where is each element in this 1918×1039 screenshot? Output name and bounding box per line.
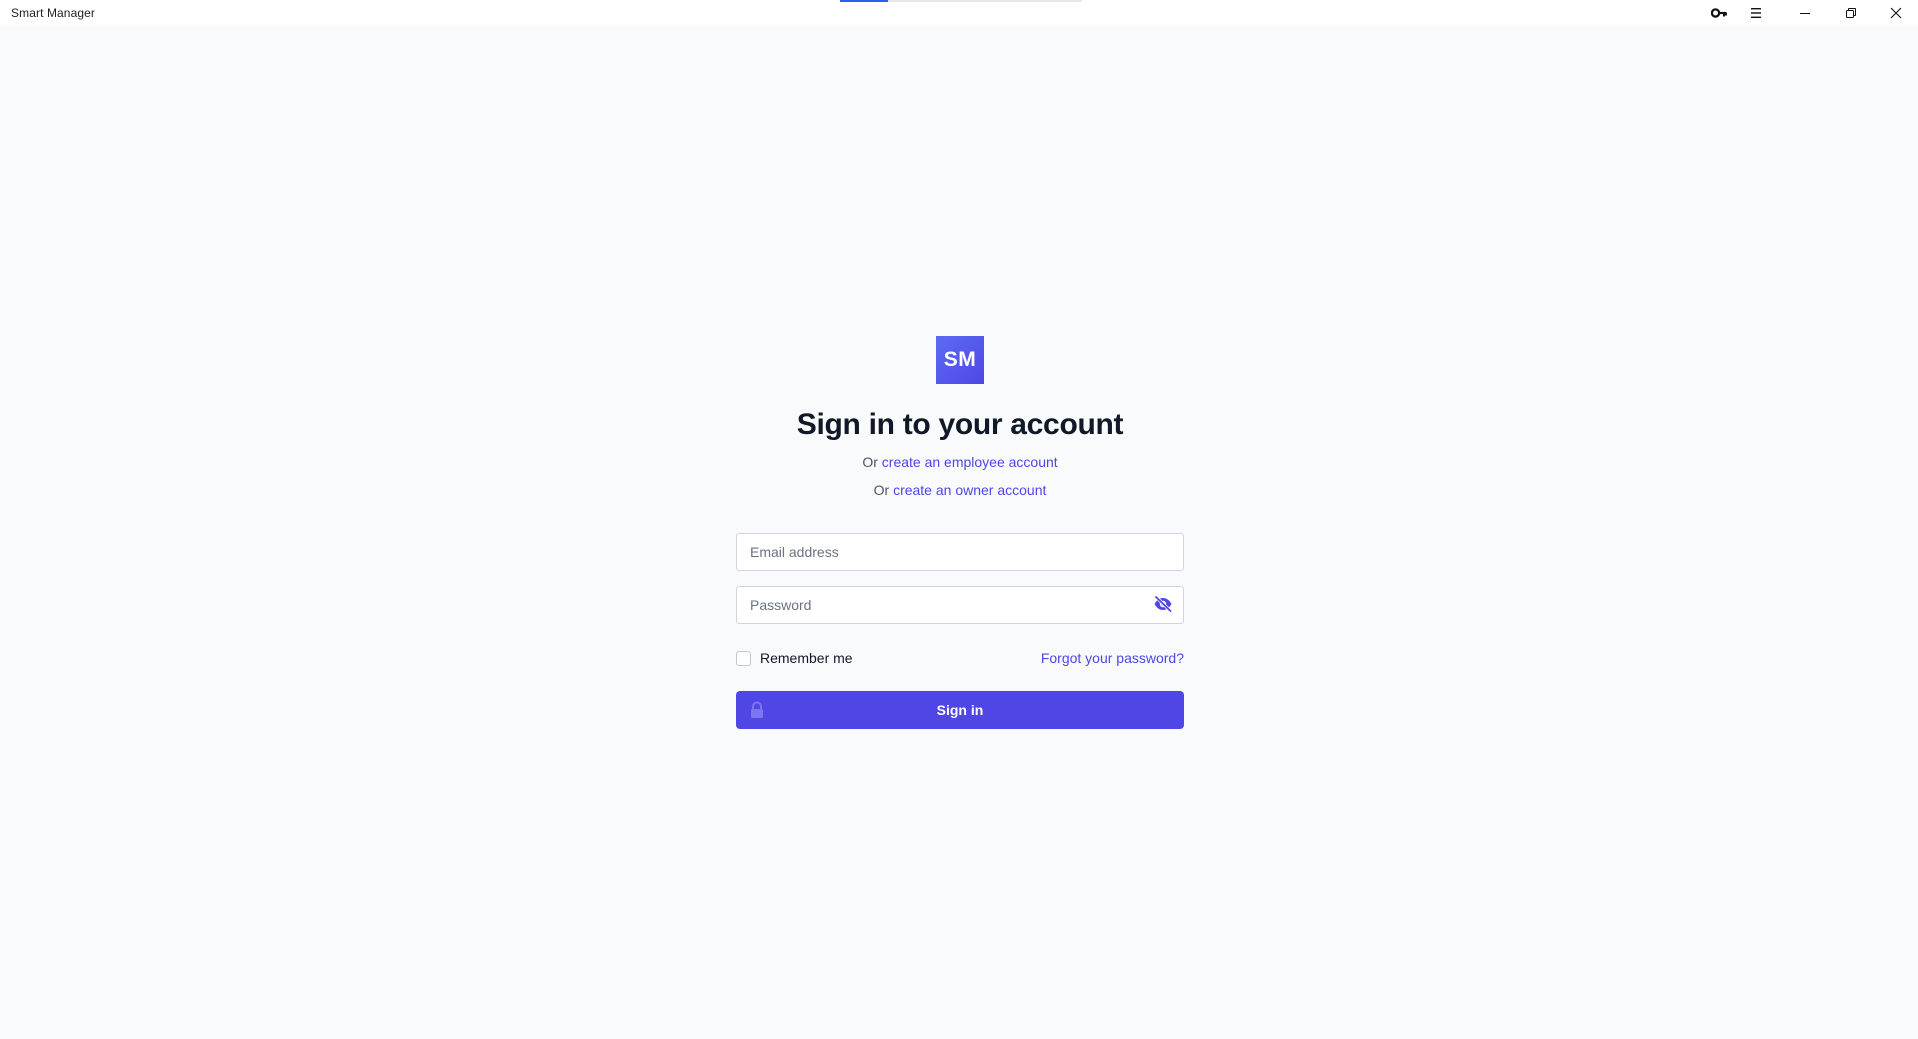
menu-button[interactable] [1733, 0, 1779, 26]
email-field[interactable] [737, 534, 1183, 570]
sign-in-label: Sign in [936, 702, 984, 718]
create-employee-account-link[interactable]: create an employee account [882, 454, 1058, 470]
employee-signup-prefix: Or [862, 454, 878, 470]
close-icon [1890, 7, 1902, 19]
owner-signup-line: Or create an owner account [736, 482, 1184, 498]
minimize-icon [1799, 7, 1811, 19]
minimize-button[interactable] [1782, 0, 1828, 26]
close-button[interactable] [1873, 0, 1918, 26]
key-icon [1711, 8, 1727, 18]
password-field-container [736, 586, 1184, 624]
loading-progress-fill [840, 0, 889, 2]
password-visibility-toggle[interactable] [1153, 594, 1173, 617]
email-field-container [736, 533, 1184, 571]
eye-slash-icon [1153, 594, 1173, 617]
hamburger-menu-icon [1750, 7, 1762, 19]
window-title: Smart Manager [11, 6, 95, 20]
remember-forgot-row: Remember me Forgot your password? [736, 648, 1184, 668]
restore-icon [1845, 7, 1857, 19]
restore-button[interactable] [1828, 0, 1874, 26]
loading-progress-bar [840, 0, 1082, 2]
employee-signup-line: Or create an employee account [736, 454, 1184, 470]
owner-signup-prefix: Or [873, 482, 890, 498]
page-title: Sign in to your account [796, 408, 1124, 441]
app-logo: SM [936, 336, 984, 384]
sign-in-button[interactable]: Sign in [736, 691, 1184, 729]
remember-me-label[interactable]: Remember me [760, 650, 853, 666]
forgot-password-link[interactable]: Forgot your password? [1041, 650, 1184, 666]
create-owner-account-link[interactable]: create an owner account [893, 482, 1046, 498]
password-field[interactable] [737, 587, 1183, 623]
remember-me-checkbox[interactable] [736, 651, 751, 666]
window-titlebar: Smart Manager [0, 0, 1918, 26]
